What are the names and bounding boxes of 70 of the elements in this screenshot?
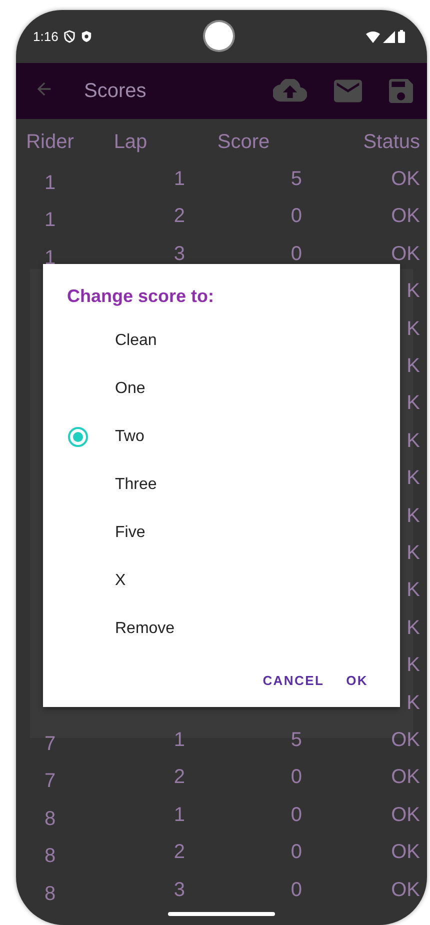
- camera-cutout: [205, 22, 233, 50]
- table-cell-text: 0: [290, 842, 302, 862]
- shield-icon: [64, 30, 76, 43]
- save-icon[interactable]: [389, 79, 413, 103]
- clock-time: 1:16: [33, 29, 58, 44]
- table-cell-text: K: [406, 506, 420, 526]
- radio-option[interactable]: One: [43, 365, 400, 413]
- table-cell-text: K: [406, 692, 420, 713]
- table-cell-text: OK: [390, 880, 420, 900]
- table-cell-text: 3: [172, 244, 185, 264]
- radio-option[interactable]: Three: [43, 461, 400, 509]
- table-cell-text: OK: [390, 206, 420, 226]
- table-cell-text: 5: [290, 730, 302, 750]
- table-cell-text: OK: [390, 244, 420, 264]
- table-cell-text: 3: [172, 880, 185, 900]
- table-cell-text: K: [406, 542, 420, 563]
- column-header: Status: [362, 132, 420, 152]
- table-cell-text: 2: [172, 767, 185, 788]
- table-cell-text: 1: [172, 169, 185, 190]
- wifi-icon: [366, 30, 380, 42]
- radio-button[interactable]: [68, 427, 88, 447]
- table-cell-text: 5: [290, 169, 302, 190]
- table-cell-text: K: [406, 468, 420, 488]
- table-cell-text: K: [406, 318, 420, 339]
- ok-button[interactable]: OK: [338, 662, 376, 698]
- cloud-upload-icon[interactable]: [273, 79, 307, 103]
- dialog-title: Change score to:: [67, 285, 216, 308]
- table-cell-text: OK: [390, 804, 420, 825]
- table-cell-text: K: [406, 281, 420, 302]
- cancel-button[interactable]: CANCEL: [254, 662, 332, 698]
- table-cell-text: 0: [290, 804, 302, 825]
- shield-icon: [81, 30, 92, 43]
- table-cell-text: K: [406, 430, 420, 451]
- radio-option[interactable]: Two: [43, 413, 400, 461]
- table-cell-text: K: [406, 618, 420, 638]
- table-cell-text: OK: [390, 842, 420, 862]
- radio-option[interactable]: Five: [43, 509, 400, 557]
- table-cell-text: 1: [43, 208, 57, 230]
- column-header: Score: [216, 132, 271, 152]
- table-cell-text: K: [406, 580, 420, 600]
- table-cell-text: OK: [390, 767, 420, 788]
- column-header: Lap: [112, 132, 148, 152]
- radio-option[interactable]: Clean: [43, 317, 400, 365]
- table-cell-text: 0: [290, 767, 302, 788]
- battery-icon: [398, 30, 405, 43]
- table-cell-text: 7: [43, 732, 57, 754]
- table-cell-text: 0: [290, 206, 302, 226]
- table-cell-text: 2: [172, 842, 185, 862]
- table-cell-text: 0: [290, 880, 302, 900]
- table-cell-text: K: [406, 356, 420, 376]
- table-cell-text: 2: [172, 206, 185, 226]
- table-cell-text: 8: [43, 882, 57, 904]
- column-header: Rider: [25, 132, 75, 152]
- table-cell-text: 8: [43, 844, 57, 866]
- radio-option[interactable]: X: [43, 557, 400, 605]
- table-cell-text: OK: [390, 730, 420, 750]
- table-cell-text: 7: [43, 769, 57, 792]
- signal-icon: [383, 30, 395, 42]
- table-cell-text: K: [406, 393, 420, 414]
- screen-title: Scores: [84, 80, 146, 102]
- table-cell-text: OK: [390, 169, 420, 190]
- table-cell-text: 0: [290, 244, 302, 264]
- table-cell-text: 1: [43, 171, 57, 194]
- table-cell-text: 1: [172, 730, 185, 750]
- table-cell-text: K: [406, 655, 420, 676]
- radio-option[interactable]: Remove: [43, 605, 400, 653]
- table-cell-text: 1: [43, 246, 57, 268]
- mail-icon[interactable]: [334, 79, 362, 103]
- table-cell-text: 8: [43, 806, 57, 829]
- table-cell-text: 1: [172, 804, 185, 825]
